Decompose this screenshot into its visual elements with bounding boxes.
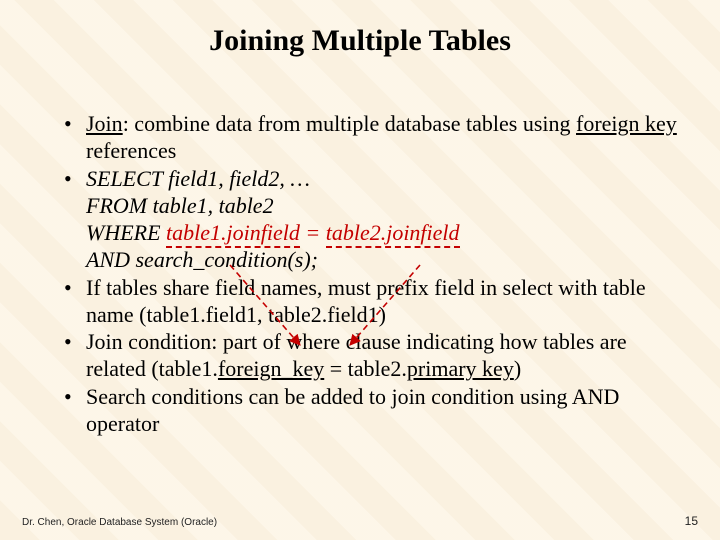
equals: = [300, 220, 326, 245]
bullet-sql-syntax: SELECT field1, field2, … FROM table1, ta… [60, 165, 680, 274]
bullet-list: Join: combine data from multiple databas… [60, 110, 680, 437]
text: = table2. [324, 356, 407, 381]
joinfield-left: table1.joinfield [166, 220, 300, 248]
bullet-join-condition: Join condition: part of where clause ind… [60, 328, 680, 383]
text: ) [514, 356, 521, 381]
primary-key-term: primary key [407, 356, 514, 381]
sql-and-line: AND search_condition(s); [86, 247, 318, 272]
slide-body: Join: combine data from multiple databas… [60, 110, 680, 437]
kw-select: SELECT [86, 166, 163, 191]
footer-author: Dr. Chen, Oracle Database System (Oracle… [22, 517, 217, 528]
text: search_condition(s); [130, 247, 318, 272]
slide: Joining Multiple Tables Join: combine da… [0, 0, 720, 540]
bullet-join-definition: Join: combine data from multiple databas… [60, 110, 680, 165]
text: field1, field2, … [163, 166, 310, 191]
slide-title: Joining Multiple Tables [0, 24, 720, 58]
kw-where: WHERE [86, 220, 166, 245]
sql-from-line: FROM table1, table2 [86, 193, 274, 218]
foreign-key-term: foreign key [576, 111, 677, 136]
foreign-key-term: foreign_key [218, 356, 324, 381]
text: : combine data from multiple database ta… [123, 111, 576, 136]
join-term: Join [86, 111, 123, 136]
text: table1, table2 [147, 193, 273, 218]
bullet-prefix-note: If tables share field names, must prefix… [60, 274, 680, 329]
bullet-search-conditions: Search conditions can be added to join c… [60, 383, 680, 438]
joinfield-right: table2.joinfield [326, 220, 460, 248]
text: references [86, 138, 176, 163]
sql-select-line: SELECT field1, field2, … [86, 166, 310, 191]
sql-where-line: WHERE table1.joinfield = table2.joinfiel… [86, 220, 460, 248]
kw-and: AND [86, 247, 130, 272]
slide-number: 15 [685, 514, 698, 528]
kw-from: FROM [86, 193, 147, 218]
